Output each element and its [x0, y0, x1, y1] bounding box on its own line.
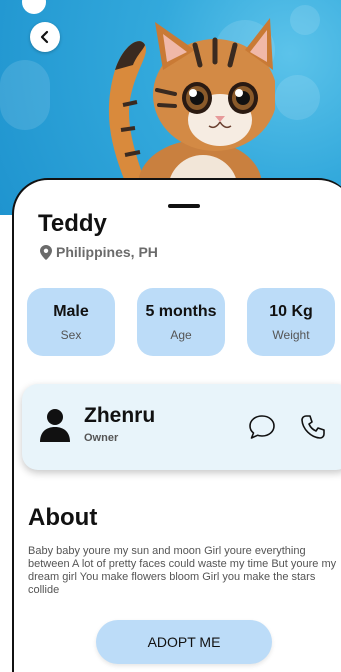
stat-label: Age: [170, 327, 192, 342]
stat-value: Male: [53, 302, 89, 320]
adopt-button[interactable]: ADOPT ME: [96, 620, 272, 664]
stat-card-age: 5 months Age: [137, 288, 225, 356]
person-icon: [40, 409, 70, 442]
owner-name: Zhenru: [84, 404, 156, 427]
chat-button[interactable]: [248, 414, 276, 445]
call-button[interactable]: [300, 414, 326, 445]
sheet-handle[interactable]: [168, 204, 200, 208]
location-pin-icon: [40, 244, 52, 260]
chevron-left-icon: [40, 30, 49, 44]
pet-name: Teddy: [38, 210, 107, 237]
chat-icon: [249, 415, 275, 439]
stat-value: 10 Kg: [269, 302, 313, 320]
phone-icon: [301, 415, 325, 439]
pet-location: Philippines, PH: [40, 244, 158, 260]
back-button[interactable]: [30, 22, 60, 52]
stat-label: Sex: [60, 327, 82, 342]
owner-role: Owner: [84, 432, 119, 444]
stat-value: 5 months: [145, 302, 217, 320]
stat-card-weight: 10 Kg Weight: [247, 288, 335, 356]
stat-label: Weight: [272, 327, 310, 342]
owner-card: Zhenru Owner: [22, 384, 341, 470]
stat-card-sex: Male Sex: [27, 288, 115, 356]
location-text: Philippines, PH: [56, 244, 158, 260]
about-heading: About: [28, 504, 98, 531]
about-text: Baby baby youre my sun and moon Girl you…: [28, 545, 337, 596]
